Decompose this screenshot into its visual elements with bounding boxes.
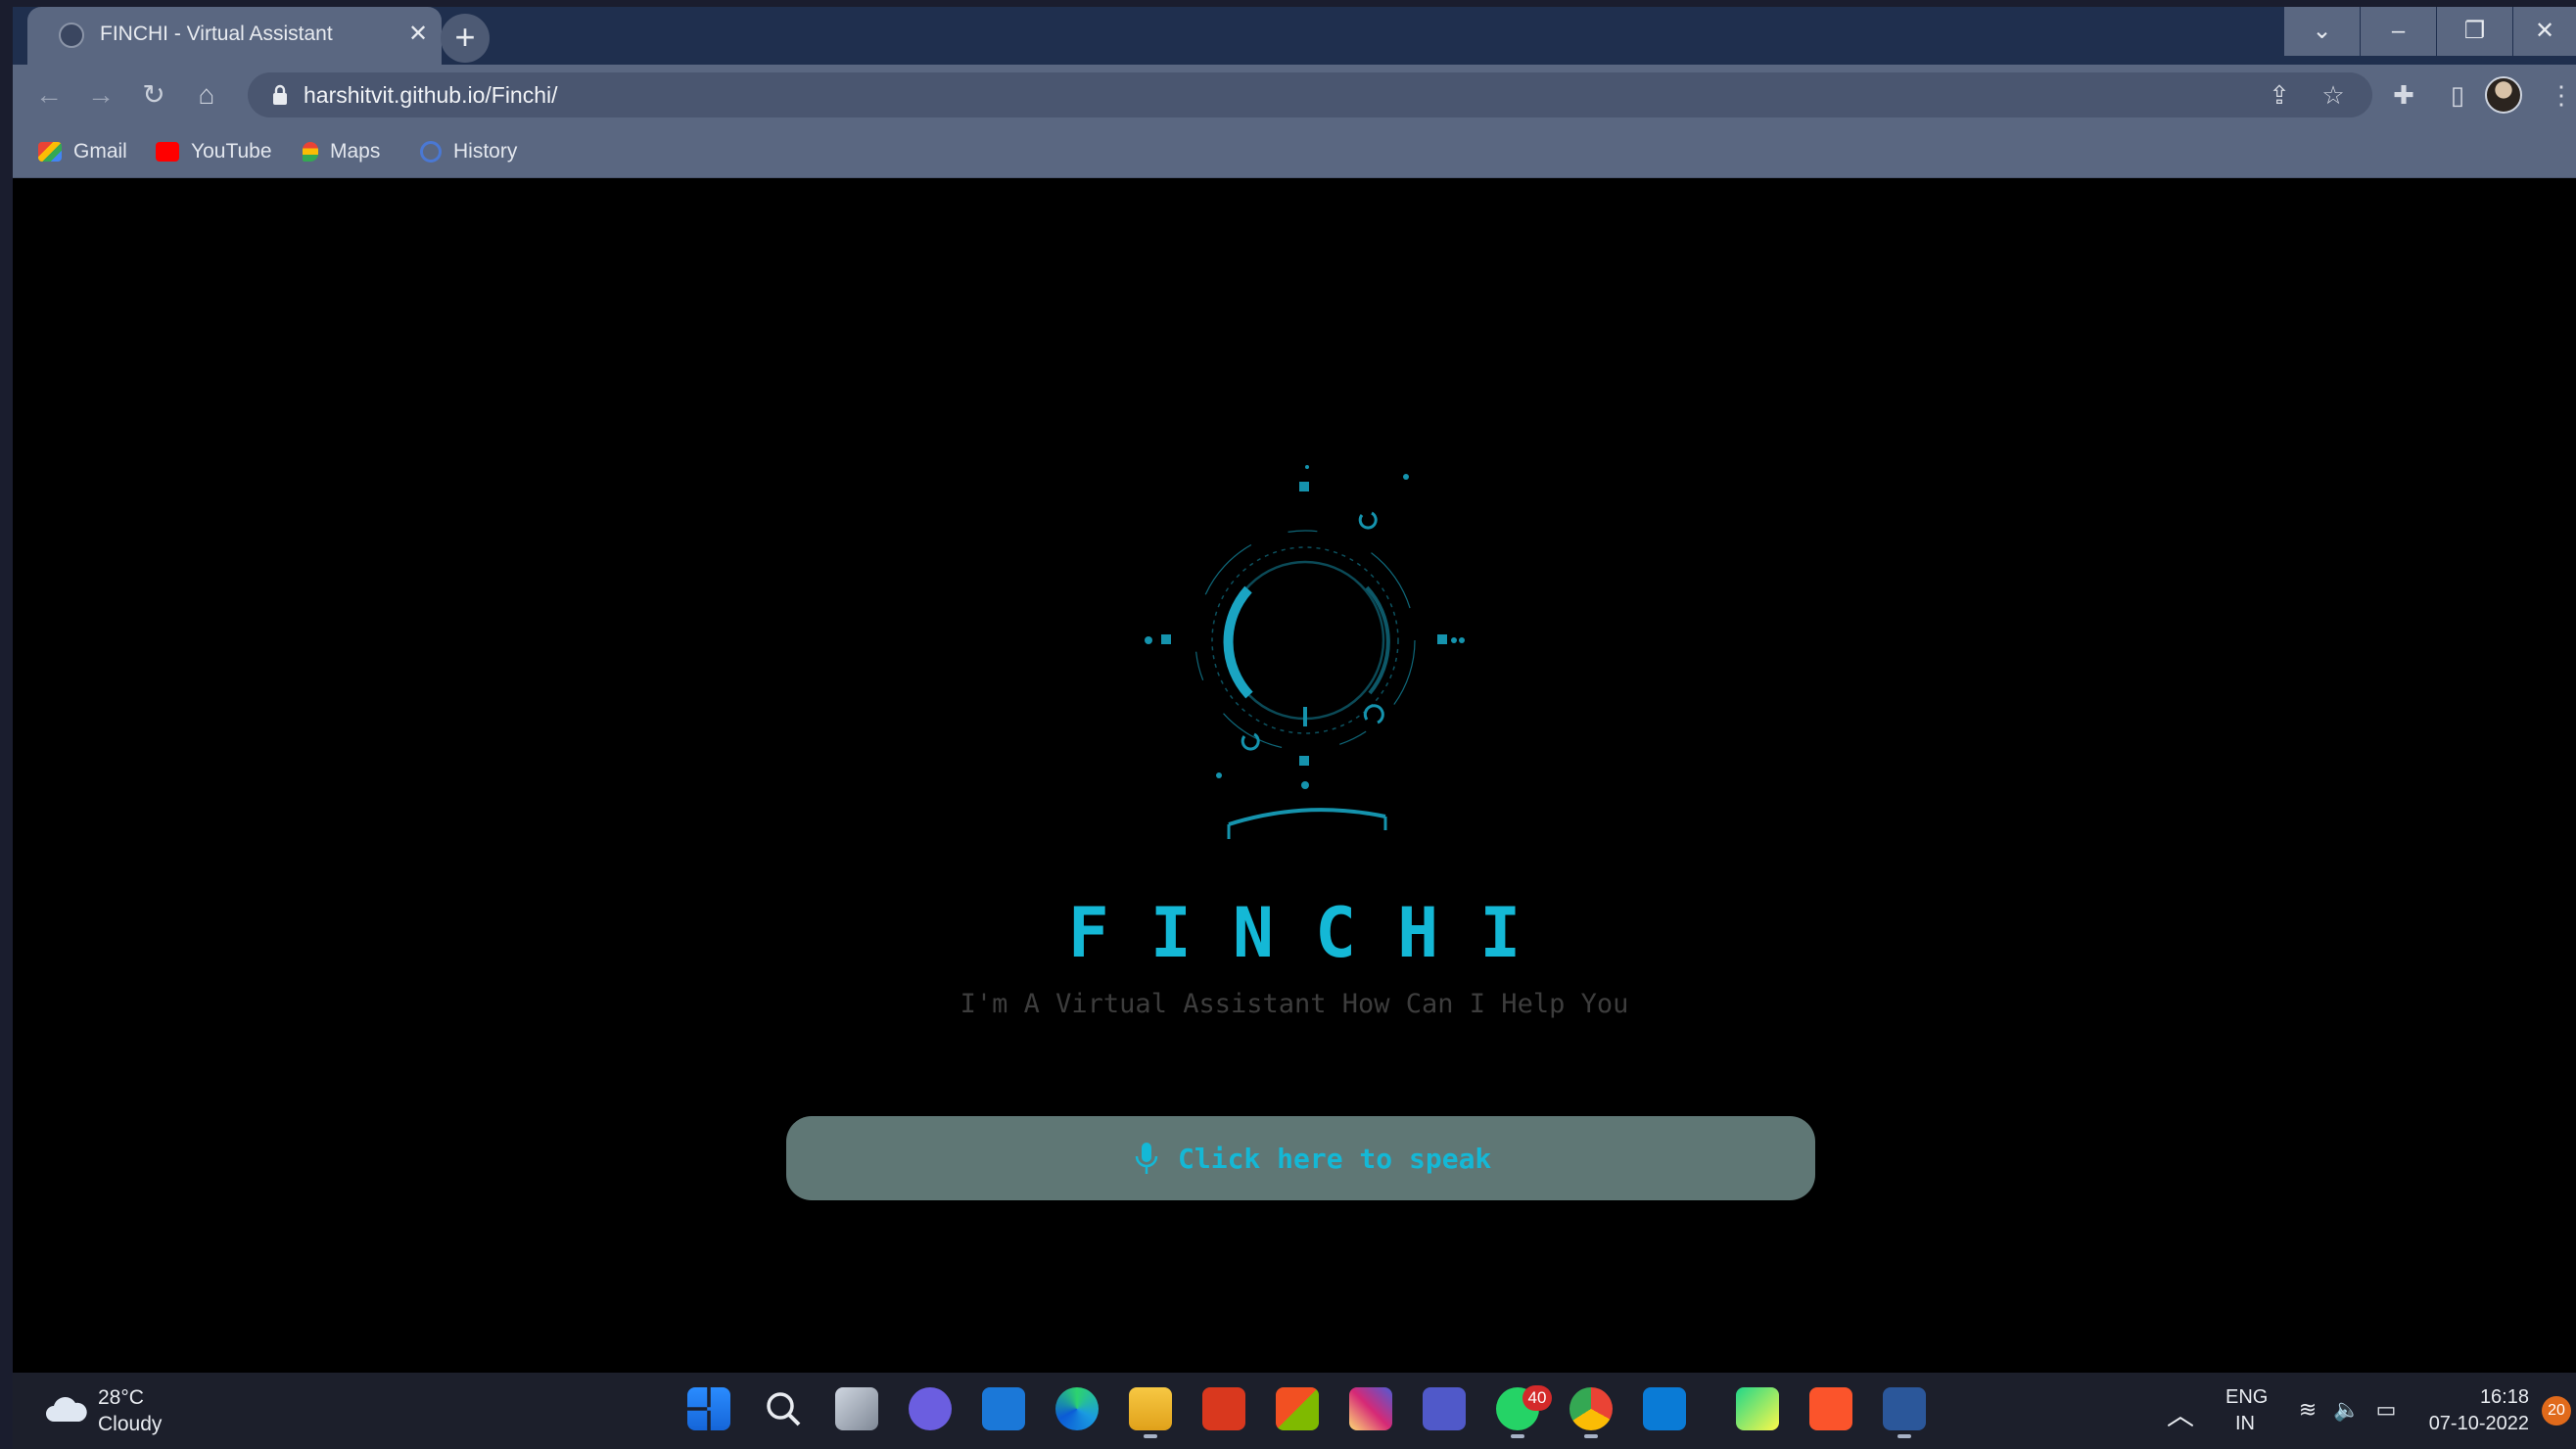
clock-time[interactable]: 16:18: [2470, 1386, 2529, 1409]
home-icon[interactable]: ⌂: [190, 78, 223, 112]
maps-icon: [303, 142, 318, 163]
edge-icon[interactable]: [1055, 1387, 1099, 1430]
clock-date[interactable]: 07-10-2022: [2415, 1413, 2529, 1435]
pycharm-icon[interactable]: [1736, 1387, 1779, 1430]
url-text: harshitvit.github.io/Finchi/: [304, 82, 558, 108]
minimize-button[interactable]: –: [2360, 7, 2436, 56]
tab-title: FINCHI - Virtual Assistant: [100, 23, 333, 45]
speak-button-label: Click here to speak: [1178, 1143, 1492, 1175]
weather-temperature[interactable]: 28°C: [98, 1386, 144, 1410]
weather-condition[interactable]: Cloudy: [98, 1413, 162, 1436]
side-panel-icon[interactable]: ▯: [2441, 78, 2474, 112]
share-icon[interactable]: ⇪: [2263, 78, 2296, 112]
extensions-icon[interactable]: ✚: [2387, 78, 2420, 112]
profile-avatar[interactable]: [2485, 76, 2522, 114]
new-tab-button[interactable]: +: [441, 14, 490, 63]
web-page: FINCHI I'm A Virtual Assistant How Can I…: [13, 178, 2576, 1373]
bookmark-history[interactable]: History: [420, 139, 517, 164]
forward-icon[interactable]: →: [84, 78, 117, 112]
input-language[interactable]: ENG: [2225, 1386, 2268, 1409]
speak-button[interactable]: Click here to speak: [786, 1116, 1815, 1200]
start-icon[interactable]: [687, 1387, 730, 1430]
reload-icon[interactable]: ↻: [137, 78, 170, 112]
tab-search-button[interactable]: ⌄: [2283, 7, 2360, 56]
app-tagline: I'm A Virtual Assistant How Can I Help Y…: [960, 989, 1629, 1019]
brave-icon[interactable]: [1809, 1387, 1852, 1430]
bookmark-maps[interactable]: Maps: [303, 139, 380, 164]
bookmark-star-icon[interactable]: ☆: [2317, 78, 2350, 112]
cloud-icon[interactable]: [44, 1394, 89, 1424]
restore-button[interactable]: ❐: [2436, 7, 2512, 56]
mail-icon[interactable]: [982, 1387, 1025, 1430]
tab-strip: FINCHI - Virtual Assistant ✕ + ⌄ – ❐ ✕: [13, 7, 2576, 65]
close-tab-icon[interactable]: ✕: [402, 19, 434, 50]
search-icon[interactable]: [762, 1387, 805, 1430]
vscode-icon[interactable]: [1643, 1387, 1686, 1430]
office-icon[interactable]: [1202, 1387, 1245, 1430]
youtube-icon: [156, 142, 179, 163]
teams-chat-icon[interactable]: [909, 1387, 952, 1430]
notification-badge[interactable]: 20: [2542, 1396, 2571, 1426]
tray-overflow-icon[interactable]: ︿: [2167, 1394, 2194, 1433]
bookmark-gmail[interactable]: Gmail: [38, 139, 127, 164]
file-explorer-icon[interactable]: [1129, 1387, 1172, 1438]
history-icon: [420, 141, 442, 164]
word-icon[interactable]: [1883, 1387, 1926, 1438]
input-region[interactable]: IN: [2235, 1413, 2255, 1435]
back-icon[interactable]: ←: [32, 78, 66, 112]
menu-icon[interactable]: ⋮: [2549, 78, 2574, 112]
browser-tab[interactable]: FINCHI - Virtual Assistant ✕: [27, 7, 442, 65]
assistant-hud-graphic: [1145, 465, 1465, 839]
task-view-icon[interactable]: [835, 1387, 878, 1430]
screen: FINCHI - Virtual Assistant ✕ + ⌄ – ❐ ✕ ←…: [13, 7, 2576, 1449]
whatsapp-unread-badge: 40: [1522, 1385, 1552, 1411]
close-window-button[interactable]: ✕: [2512, 7, 2576, 56]
microsoft-store-icon[interactable]: [1276, 1387, 1319, 1430]
lock-icon: [273, 84, 287, 105]
teams-icon[interactable]: [1423, 1387, 1466, 1430]
app-title: FINCHI: [1067, 893, 1563, 973]
address-bar[interactable]: harshitvit.github.io/Finchi/ ⇪ ☆: [248, 72, 2372, 117]
wifi-icon[interactable]: ≋: [2294, 1396, 2321, 1424]
instagram-icon[interactable]: [1349, 1387, 1392, 1430]
browser-toolbar: ← → ↻ ⌂ harshitvit.github.io/Finchi/ ⇪ ☆…: [13, 65, 2576, 125]
microphone-icon: [1135, 1143, 1158, 1174]
chrome-icon[interactable]: [1569, 1387, 1613, 1438]
volume-icon[interactable]: 🔈: [2333, 1396, 2361, 1424]
windows-taskbar: 28°C Cloudy 40 ︿ ENG IN ≋ 🔈 ▭ 16:18 07-1…: [13, 1373, 2576, 1449]
bookmark-youtube[interactable]: YouTube: [156, 139, 272, 164]
gmail-icon: [38, 142, 62, 163]
battery-icon[interactable]: ▭: [2372, 1396, 2400, 1424]
bookmarks-bar: Gmail YouTube Maps History: [13, 125, 2576, 178]
globe-icon: [59, 23, 84, 48]
